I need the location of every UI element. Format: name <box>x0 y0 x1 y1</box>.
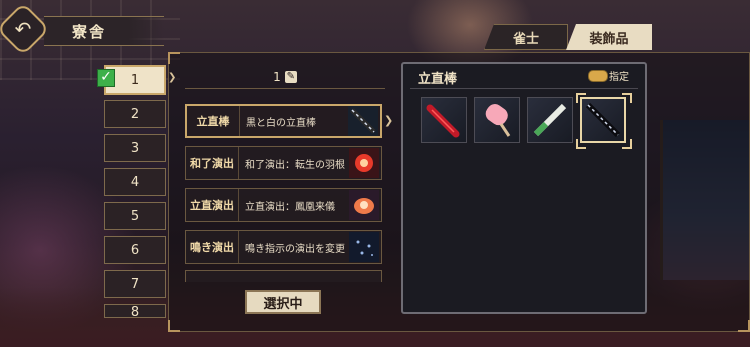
stick-tile-red[interactable] <box>421 97 467 143</box>
item-desc: 黒と白の立直棒 <box>246 117 316 129</box>
selected-button[interactable]: 選択中 <box>245 290 321 314</box>
page-title: 寮舎 <box>72 23 107 41</box>
rank-item-8[interactable]: 8 <box>104 304 166 318</box>
item-desc: 鳴き指示の演出を変更 <box>245 243 345 255</box>
item-desc: 和了演出：転生の羽根 <box>245 159 345 171</box>
frame-corner <box>168 320 180 332</box>
specify-toggle[interactable] <box>588 70 608 82</box>
rank-item-2[interactable]: 2 <box>104 100 166 128</box>
stick-tile-popsicle[interactable] <box>474 97 520 143</box>
loadout-page-header: 1 ✎ <box>185 66 385 89</box>
call-effect-icon <box>349 232 379 262</box>
item-category: 立直棒 <box>187 106 240 136</box>
divider <box>410 88 638 89</box>
rank-item-4[interactable]: 4 <box>104 168 166 196</box>
tab-decorations[interactable]: 装飾品 <box>566 24 652 50</box>
rank-item-7[interactable]: 7 <box>104 270 166 298</box>
item-row-win-effect[interactable]: 和了演出 和了演出：転生の羽根 <box>185 146 382 180</box>
edit-icon[interactable]: ✎ <box>284 71 297 83</box>
title-bar: 寮舎 <box>44 16 164 46</box>
riichi-stick-icon <box>348 106 378 136</box>
item-desc: 立直演出：鳳凰来儀 <box>245 201 335 213</box>
black-white-stick-icon <box>585 102 621 138</box>
stick-tile-green-white[interactable] <box>527 97 573 143</box>
specify-toggle-label: 指定 <box>609 72 629 83</box>
check-icon: ✓ <box>97 69 115 87</box>
chevron-right-icon: ❯ <box>384 114 394 127</box>
stick-tile-black-white[interactable] <box>580 97 626 143</box>
tab-janshi[interactable]: 雀士 <box>484 24 568 50</box>
item-row-riichi-stick[interactable]: 立直棒 黒と白の立直棒 <box>185 104 382 138</box>
win-effect-icon <box>349 148 379 178</box>
item-row-riichi-effect[interactable]: 立直演出 立直演出：鳳凰来儀 <box>185 188 382 222</box>
rank-item-3[interactable]: 3 <box>104 134 166 162</box>
chevron-right-icon: ❯ <box>168 72 177 83</box>
frame-corner <box>168 52 180 64</box>
rank-item-6[interactable]: 6 <box>104 236 166 264</box>
back-arrow-icon: ↶ <box>14 17 32 41</box>
red-stick-icon <box>426 104 460 138</box>
riichi-effect-icon <box>349 190 379 220</box>
item-category: 鳴き演出 <box>186 231 239 263</box>
item-category: 和了演出 <box>186 147 239 179</box>
item-category: 立直演出 <box>186 189 239 221</box>
selection-bracket <box>622 93 632 103</box>
page-number: 1 <box>273 70 281 84</box>
popsicle-stick-icon <box>485 104 511 137</box>
green-white-stick-icon <box>533 103 567 137</box>
item-row-partial[interactable] <box>185 270 382 282</box>
item-row-call-effect[interactable]: 鳴き演出 鳴き指示の演出を変更 <box>185 230 382 264</box>
selection-bracket <box>576 93 586 103</box>
rank-item-5[interactable]: 5 <box>104 202 166 230</box>
frame-corner <box>738 320 750 332</box>
selection-bracket <box>576 139 586 149</box>
selection-bracket <box>622 139 632 149</box>
choice-panel-title: 立直棒 <box>418 72 458 87</box>
